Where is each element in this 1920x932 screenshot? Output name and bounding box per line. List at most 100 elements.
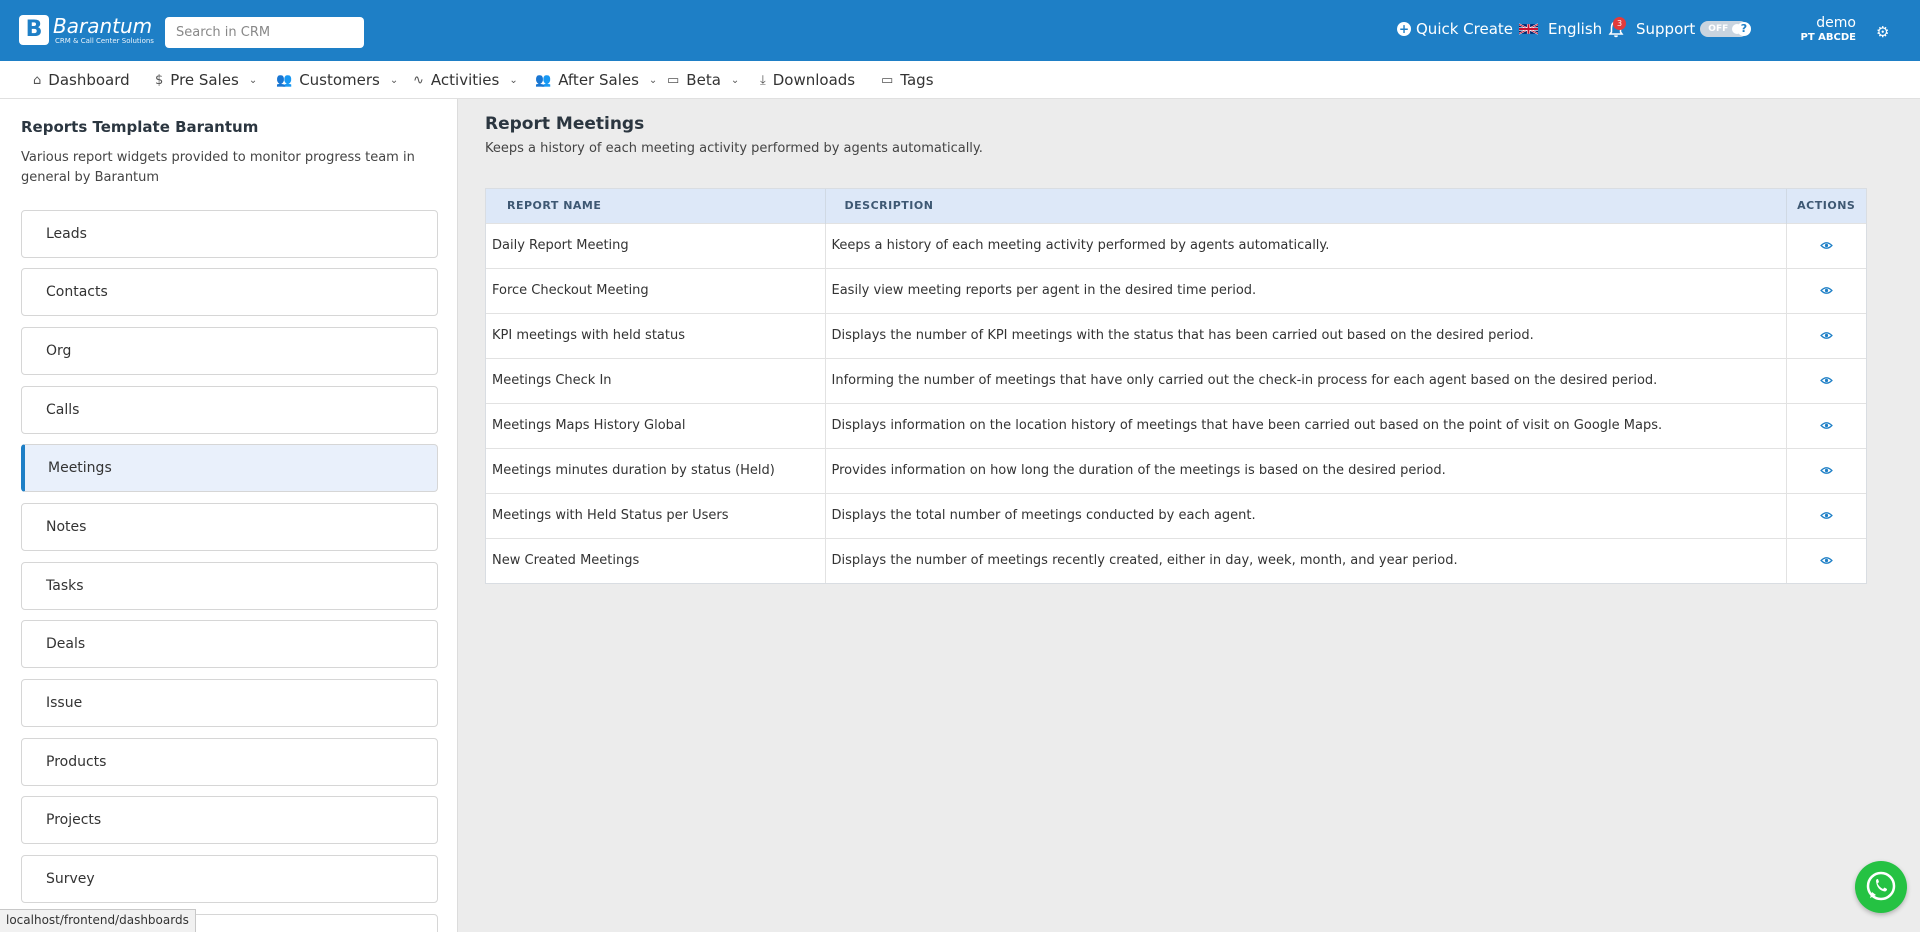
sidebar-item-meetings[interactable]: Meetings bbox=[21, 444, 438, 492]
plus-circle-icon: + bbox=[1397, 22, 1411, 36]
reports-table: REPORT NAME DESCRIPTION ACTIONS Daily Re… bbox=[485, 188, 1867, 584]
logo-mark-icon: B bbox=[19, 15, 49, 45]
support-toggle[interactable]: Support OFF bbox=[1636, 20, 1749, 38]
nav-label: Dashboard bbox=[48, 71, 130, 89]
table-row: Meetings minutes duration by status (Hel… bbox=[486, 447, 1866, 493]
sidebar-item-leads[interactable]: Leads bbox=[21, 210, 438, 258]
report-description: Keeps a history of each meeting activity… bbox=[825, 222, 1787, 268]
report-description: Displays information on the location his… bbox=[825, 402, 1787, 448]
nav-downloads[interactable]: ⤓ Downloads bbox=[760, 71, 855, 89]
eye-icon[interactable] bbox=[1819, 376, 1833, 385]
nav-label: Activities bbox=[430, 71, 500, 89]
sidebar-description: Various report widgets provided to monit… bbox=[21, 150, 415, 185]
dollar-icon: $ bbox=[155, 72, 164, 88]
sidebar-item-survey[interactable]: Survey bbox=[21, 855, 438, 903]
language-selector[interactable]: English bbox=[1519, 20, 1602, 38]
table-row: Meetings Maps History Global Displays in… bbox=[486, 402, 1866, 448]
report-name[interactable]: New Created Meetings bbox=[486, 537, 826, 583]
chevron-down-icon: ⌄ bbox=[389, 74, 399, 86]
support-label: Support bbox=[1636, 20, 1696, 38]
nav-tags[interactable]: ▭ Tags bbox=[881, 71, 934, 89]
nav-customers[interactable]: 👥 Customers ⌄ bbox=[276, 71, 398, 89]
sidebar-item-tasks[interactable]: Tasks bbox=[21, 562, 438, 610]
sidebar-item-calls[interactable]: Calls bbox=[21, 386, 438, 434]
report-name[interactable]: Meetings minutes duration by status (Hel… bbox=[486, 447, 826, 493]
report-name[interactable]: Meetings Check In bbox=[486, 357, 826, 403]
report-description: Displays the total number of meetings co… bbox=[825, 492, 1787, 538]
nav-label: Downloads bbox=[772, 71, 856, 89]
report-description: Displays the number of meetings recently… bbox=[825, 537, 1787, 583]
reports-sidebar: Reports Template Barantum Various report… bbox=[0, 99, 458, 932]
eye-icon[interactable] bbox=[1819, 331, 1833, 340]
home-icon: ⌂ bbox=[33, 72, 42, 88]
eye-icon[interactable] bbox=[1819, 511, 1833, 520]
users-icon: 👥 bbox=[276, 72, 293, 88]
logo-tagline: CRM & Call Center Solutions bbox=[55, 37, 154, 45]
column-header-description[interactable]: DESCRIPTION bbox=[825, 189, 1787, 223]
main-navigation: ⌂ Dashboard $ Pre Sales ⌄ 👥 Customers ⌄ … bbox=[0, 61, 1920, 99]
quick-create-button[interactable]: + Quick Create bbox=[1397, 20, 1513, 38]
column-header-actions: ACTIONS bbox=[1786, 189, 1866, 223]
nav-pre-sales[interactable]: $ Pre Sales ⌄ bbox=[155, 71, 257, 89]
chevron-down-icon: ⌄ bbox=[509, 74, 518, 86]
eye-icon[interactable] bbox=[1819, 241, 1833, 250]
logo-name: Barantum bbox=[53, 14, 153, 38]
users-icon: 👥 bbox=[535, 72, 552, 88]
uk-flag-icon bbox=[1519, 23, 1538, 35]
nav-dashboard[interactable]: ⌂ Dashboard bbox=[33, 71, 130, 89]
help-icon[interactable]: ? bbox=[1737, 22, 1751, 36]
table-row: KPI meetings with held status Displays t… bbox=[486, 312, 1866, 358]
chevron-down-icon: ⌄ bbox=[730, 74, 740, 86]
gear-icon[interactable]: ⚙ bbox=[1876, 23, 1889, 41]
whatsapp-chat-button[interactable] bbox=[1855, 861, 1907, 913]
report-description: Displays the number of KPI meetings with… bbox=[825, 312, 1787, 358]
sidebar-item-notes[interactable]: Notes bbox=[21, 503, 438, 551]
report-description: Provides information on how long the dur… bbox=[825, 447, 1787, 493]
eye-icon[interactable] bbox=[1819, 286, 1833, 295]
top-header: B Barantum CRM & Call Center Solutions +… bbox=[0, 0, 1920, 61]
sidebar-item-deals[interactable]: Deals bbox=[21, 620, 438, 668]
eye-icon[interactable] bbox=[1819, 466, 1833, 475]
logo[interactable]: B Barantum CRM & Call Center Solutions bbox=[19, 15, 154, 45]
chevron-down-icon: ⌄ bbox=[648, 74, 658, 86]
search-input[interactable] bbox=[165, 17, 364, 48]
chevron-down-icon: ⌄ bbox=[248, 74, 258, 86]
page-description: Keeps a history of each meeting activity… bbox=[485, 141, 983, 156]
whatsapp-icon bbox=[1866, 871, 1896, 901]
report-description: Easily view meeting reports per agent in… bbox=[825, 267, 1787, 313]
report-name[interactable]: KPI meetings with held status bbox=[486, 312, 826, 358]
table-row: Daily Report Meeting Keeps a history of … bbox=[486, 222, 1866, 268]
report-name[interactable]: Daily Report Meeting bbox=[486, 222, 826, 268]
notification-badge: 3 bbox=[1613, 17, 1626, 30]
report-name[interactable]: Force Checkout Meeting bbox=[486, 267, 826, 313]
nav-label: Customers bbox=[299, 71, 380, 89]
sidebar-item-projects[interactable]: Projects bbox=[21, 796, 438, 844]
nav-activities[interactable]: ∿ Activities ⌄ bbox=[413, 71, 518, 89]
sidebar-item-contacts[interactable]: Contacts bbox=[21, 268, 438, 316]
user-menu[interactable]: demo PT ABCDE bbox=[1780, 16, 1856, 44]
sidebar-item-org[interactable]: Org bbox=[21, 327, 438, 375]
status-bar-url: localhost/frontend/dashboards bbox=[0, 909, 196, 932]
table-row: Force Checkout Meeting Easily view meeti… bbox=[486, 267, 1866, 313]
table-row: Meetings with Held Status per Users Disp… bbox=[486, 492, 1866, 538]
eye-icon[interactable] bbox=[1819, 421, 1833, 430]
user-name: demo bbox=[1816, 15, 1856, 31]
language-label: English bbox=[1548, 20, 1603, 38]
report-name[interactable]: Meetings Maps History Global bbox=[486, 402, 826, 448]
eye-icon[interactable] bbox=[1819, 556, 1833, 565]
page-title: Report Meetings bbox=[485, 114, 645, 134]
nav-after-sales[interactable]: 👥 After Sales ⌄ bbox=[535, 71, 657, 89]
activity-icon: ∿ bbox=[413, 72, 424, 88]
column-header-report-name[interactable]: REPORT NAME bbox=[486, 189, 826, 223]
folder-icon: ▭ bbox=[881, 72, 894, 88]
sidebar-item-products[interactable]: Products bbox=[21, 738, 438, 786]
nav-label: After Sales bbox=[558, 71, 639, 89]
nav-beta[interactable]: ▭ Beta ⌄ bbox=[667, 71, 739, 89]
table-header-row: REPORT NAME DESCRIPTION ACTIONS bbox=[486, 189, 1866, 223]
download-icon: ⤓ bbox=[760, 72, 766, 88]
report-description: Informing the number of meetings that ha… bbox=[825, 357, 1787, 403]
nav-label: Tags bbox=[900, 71, 934, 89]
quick-create-label: Quick Create bbox=[1416, 20, 1514, 38]
report-name[interactable]: Meetings with Held Status per Users bbox=[486, 492, 826, 538]
sidebar-item-issue[interactable]: Issue bbox=[21, 679, 438, 727]
